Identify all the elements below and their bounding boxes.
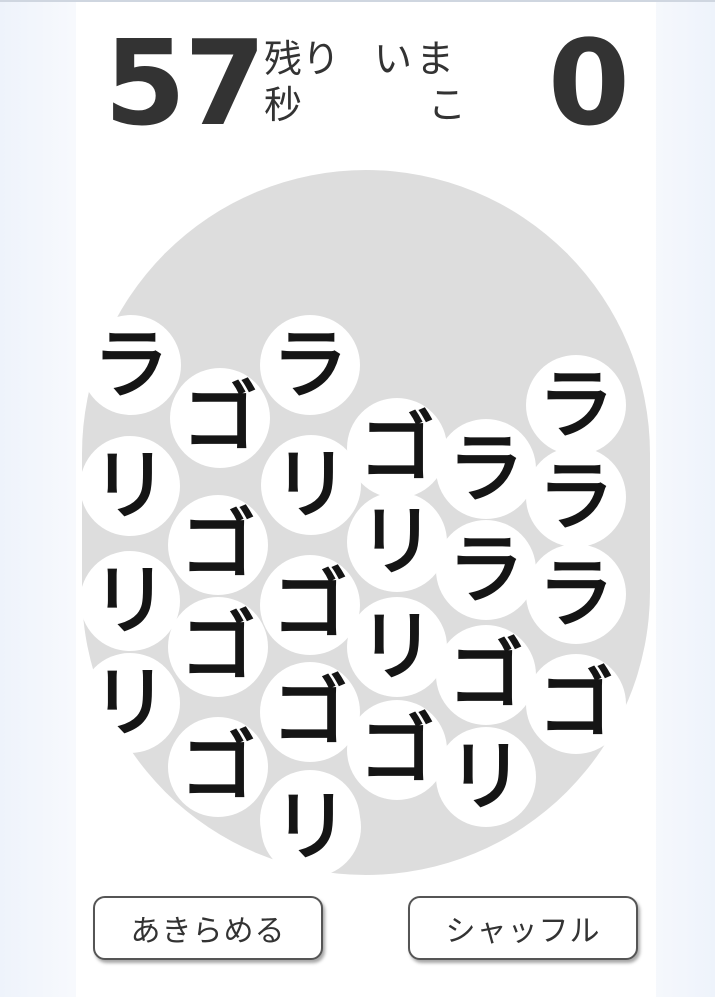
ball[interactable]: ラ	[526, 355, 626, 455]
ball-letter: リ	[359, 602, 435, 691]
ball-letter: ゴ	[359, 705, 435, 794]
ball-letter: ラ	[448, 525, 524, 614]
ball-letter: リ	[92, 658, 168, 747]
ball[interactable]: ラ	[436, 419, 536, 519]
ball[interactable]: ゴ	[168, 495, 268, 595]
timer-value: 57	[104, 14, 266, 152]
ball[interactable]: ラ	[436, 520, 536, 620]
ball[interactable]: リ	[80, 653, 180, 753]
ball-letter: リ	[448, 732, 524, 821]
ball-letter: リ	[273, 440, 349, 529]
ball[interactable]: ゴ	[347, 700, 447, 800]
ball-letter: ラ	[448, 424, 524, 513]
ball[interactable]: リ	[436, 727, 536, 827]
score-value: 0	[547, 14, 630, 152]
ball-letter: ラ	[93, 320, 169, 409]
ball-letter: ラ	[538, 360, 614, 449]
ball-letter: ゴ	[359, 403, 435, 492]
ball-letter: ラ	[272, 320, 348, 409]
current-label-bottom: こ	[428, 83, 467, 127]
timer-label-bottom: 秒	[264, 83, 303, 127]
ball-letter: ゴ	[272, 667, 348, 756]
ball[interactable]: リ	[347, 492, 447, 592]
ball-letter: ゴ	[180, 722, 256, 811]
give-up-button[interactable]: あきらめる	[93, 896, 323, 960]
ball-letter: ゴ	[180, 500, 256, 589]
ball[interactable]: ラ	[81, 315, 181, 415]
ball-letter: ゴ	[538, 659, 614, 748]
ball[interactable]: ゴ	[170, 368, 270, 468]
ball[interactable]: リ	[261, 777, 361, 877]
ball[interactable]: ゴ	[347, 398, 447, 498]
ball[interactable]: ラ	[260, 315, 360, 415]
ball[interactable]: ゴ	[168, 597, 268, 697]
current-label-top: いま	[374, 37, 459, 81]
ball-letter: ラ	[538, 452, 614, 541]
ball[interactable]: リ	[80, 436, 180, 536]
game-panel: 57 残り 秒 いま こ 0 ラゴラゴララリリリゴララゴリリゴゴラゴリゴゴリゴリ…	[76, 2, 656, 997]
shuffle-button[interactable]: シャッフル	[408, 896, 638, 960]
ball[interactable]: リ	[80, 551, 180, 651]
ball[interactable]: リ	[347, 597, 447, 697]
ball[interactable]: リ	[261, 435, 361, 535]
ball-letter: ゴ	[448, 630, 524, 719]
ball-letter: ゴ	[180, 602, 256, 691]
timer-label-top: 残り	[264, 37, 341, 81]
ball[interactable]: ゴ	[260, 555, 360, 655]
ball-letter: リ	[92, 441, 168, 530]
ball[interactable]: ラ	[526, 447, 626, 547]
ball-letter: リ	[359, 497, 435, 586]
ball-letter: リ	[92, 556, 168, 645]
ball[interactable]: ゴ	[168, 717, 268, 817]
ball-letter: ゴ	[272, 560, 348, 649]
ball[interactable]: ラ	[526, 544, 626, 644]
ball[interactable]: ゴ	[526, 654, 626, 754]
ball-letter: ラ	[538, 549, 614, 638]
ball[interactable]: ゴ	[260, 662, 360, 762]
ball[interactable]: ゴ	[436, 625, 536, 725]
ball-letter: リ	[273, 782, 349, 871]
ball-letter: ゴ	[182, 373, 258, 462]
